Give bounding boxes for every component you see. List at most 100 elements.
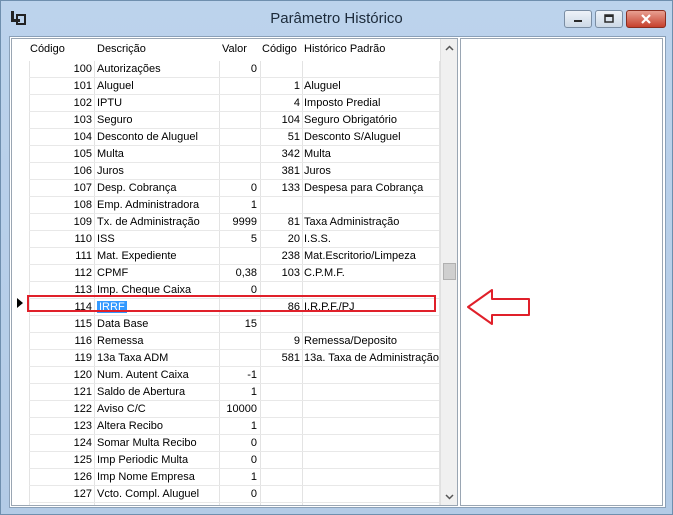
cell-codigo-historico[interactable]: 133 [282,182,300,194]
cell-historico-padrao[interactable]: C.P.M.F. [304,267,345,279]
cell-codigo[interactable]: 116 [74,335,92,347]
table-row[interactable]: 108 Emp. Administradora 1 [12,197,439,214]
cell-descricao[interactable]: Imp Periodic Multa [97,454,188,466]
cell-historico-padrao[interactable]: Mat.Escritorio/Limpeza [304,250,416,262]
cell-descricao[interactable]: Aviso C/C [97,403,146,415]
cell-codigo[interactable]: 102 [74,97,92,109]
cell-descricao[interactable]: 13a Taxa ADM [97,352,168,364]
cell-valor[interactable]: 0 [251,63,257,75]
cell-codigo[interactable]: 120 [74,369,92,381]
cell-descricao[interactable]: Saldo de Abertura [97,386,185,398]
cell-valor[interactable]: 1 [251,420,257,432]
cell-codigo[interactable]: 103 [74,114,92,126]
cell-valor[interactable]: 9999 [233,216,257,228]
table-row[interactable]: 116 Remessa 9 Remessa/Deposito [12,333,439,350]
cell-valor[interactable]: 0,38 [236,267,257,279]
cell-codigo[interactable]: 119 [74,352,92,364]
header-codigo[interactable]: Código [30,43,65,55]
cell-historico-padrao[interactable]: Multa [304,148,331,160]
table-row[interactable]: 101 Aluguel 1 Aluguel [12,78,439,95]
scroll-thumb[interactable] [443,263,456,280]
cell-codigo[interactable]: 123 [74,420,92,432]
table-row[interactable]: 112 CPMF 0,38 103 C.P.M.F. [12,265,439,282]
vertical-scrollbar[interactable] [440,39,457,505]
cell-codigo[interactable]: 110 [74,233,92,245]
cell-historico-padrao[interactable]: Taxa Administração [304,216,399,228]
cell-descricao[interactable]: Seguro [97,114,132,126]
cell-codigo-historico[interactable]: 342 [282,148,300,160]
table-row[interactable]: 110 ISS 5 20 I.S.S. [12,231,439,248]
cell-descricao[interactable]: Juros [97,165,124,177]
table-row[interactable]: 126 Imp Nome Empresa 1 [12,469,439,486]
table-row[interactable]: 119 13a Taxa ADM 581 13a. Taxa de Administr… [12,350,439,367]
cell-codigo[interactable]: 104 [74,131,92,143]
table-row[interactable]: 103 Seguro 104 Seguro Obrigatório [12,112,439,129]
table-row[interactable]: 115 Data Base 15 [12,316,439,333]
cell-historico-padrao[interactable]: Desconto S/Aluguel [304,131,401,143]
cell-codigo[interactable]: 124 [74,437,92,449]
cell-descricao[interactable]: Mat. Expediente [97,250,177,262]
cell-descricao[interactable]: Remessa [97,335,143,347]
table-row[interactable]: 109 Tx. de Administração 9999 81 Taxa Admini… [12,214,439,231]
cell-valor[interactable]: 10000 [226,403,257,415]
cell-codigo[interactable]: 125 [74,454,92,466]
table-row[interactable]: 120 Num. Autent Caixa -1 [12,367,439,384]
cell-codigo[interactable]: 106 [74,165,92,177]
cell-codigo[interactable]: 107 [74,182,92,194]
header-descricao[interactable]: Descrição [97,43,146,55]
table-row[interactable]: 121 Saldo de Abertura 1 [12,384,439,401]
table-row[interactable]: 105 Multa 342 Multa [12,146,439,163]
table-row[interactable]: 127 Vcto. Compl. Aluguel 0 [12,486,439,503]
cell-descricao[interactable]: Tx. de Administração [97,216,200,228]
header-codigo-historico[interactable]: Código [262,43,297,55]
scroll-up-button[interactable] [441,39,457,56]
table-row[interactable]: 124 Somar Multa Recibo 0 [12,435,439,452]
cell-codigo-historico[interactable]: 581 [282,352,300,364]
cell-codigo[interactable]: 101 [74,80,92,92]
cell-codigo[interactable]: 127 [74,488,92,500]
cell-codigo[interactable]: 121 [74,386,92,398]
cell-historico-padrao[interactable]: Juros [304,165,331,177]
cell-codigo[interactable]: 126 [74,471,92,483]
cell-descricao[interactable]: Data Base [97,318,148,330]
cell-codigo-historico[interactable]: 9 [294,335,300,347]
cell-historico-padrao[interactable]: Despesa para Cobrança [304,182,423,194]
cell-historico-padrao[interactable]: Imposto Predial [304,97,380,109]
cell-historico-padrao[interactable]: 13a. Taxa de Administração [304,352,439,364]
cell-valor[interactable]: 0 [251,488,257,500]
cell-descricao[interactable]: Imp Nome Empresa [97,471,195,483]
cell-valor[interactable]: 1 [251,471,257,483]
cell-valor[interactable]: 1 [251,386,257,398]
cell-codigo[interactable]: 122 [74,403,92,415]
cell-codigo[interactable]: 100 [74,63,92,75]
cell-valor[interactable]: 0 [251,437,257,449]
historico-grid[interactable]: Código Descrição Valor Código Histórico … [11,38,458,506]
cell-codigo-historico[interactable]: 20 [288,233,300,245]
cell-codigo-historico[interactable]: 4 [294,97,300,109]
cell-historico-padrao[interactable]: I.S.S. [304,233,331,245]
table-row[interactable]: 122 Aviso C/C 10000 [12,401,439,418]
cell-valor[interactable]: 5 [251,233,257,245]
cell-descricao[interactable]: Emp. Administradora [97,199,199,211]
maximize-button[interactable] [595,10,623,28]
title-bar[interactable]: Parâmetro Histórico [1,1,672,35]
cell-valor[interactable]: 0 [251,182,257,194]
cell-valor[interactable]: 1 [251,199,257,211]
cell-descricao[interactable]: Num. Autent Caixa [97,369,189,381]
cell-codigo[interactable]: 108 [74,199,92,211]
cell-codigo[interactable]: 115 [74,318,92,330]
cell-valor[interactable]: 0 [251,454,257,466]
cell-descricao[interactable]: Autorizações [97,63,161,75]
scroll-down-button[interactable] [441,488,457,505]
cell-descricao[interactable]: Desconto de Aluguel [97,131,198,143]
cell-codigo-historico[interactable]: 103 [282,267,300,279]
cell-descricao[interactable]: CPMF [97,267,128,279]
cell-descricao[interactable]: ISS [97,233,115,245]
cell-codigo[interactable]: 112 [74,267,92,279]
cell-historico-padrao[interactable]: Aluguel [304,80,341,92]
cell-codigo-historico[interactable]: 381 [282,165,300,177]
header-valor[interactable]: Valor [222,43,247,55]
cell-valor[interactable]: 15 [245,318,257,330]
table-row[interactable]: 123 Altera Recibo 1 [12,418,439,435]
cell-codigo-historico[interactable]: 81 [288,216,300,228]
